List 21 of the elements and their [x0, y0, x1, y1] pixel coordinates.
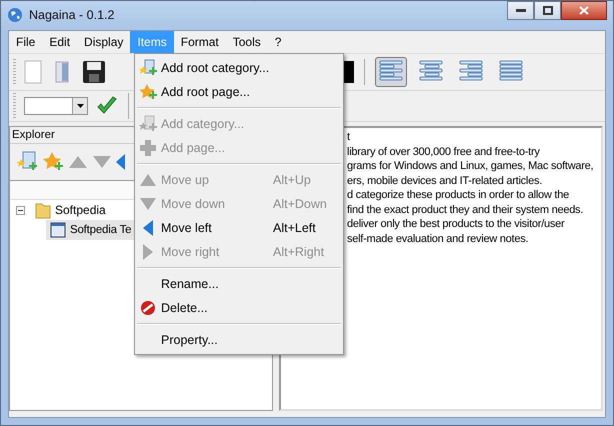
text-line: self-made evaluation and review notes.: [347, 232, 528, 246]
menu-item[interactable]: Tools: [226, 31, 268, 53]
menu-item[interactable]: ?: [268, 31, 288, 53]
menu-option[interactable]: Property...: [135, 328, 343, 352]
menu-option[interactable]: Rename...: [135, 272, 343, 296]
text-line: grams for Windows and Linux, games, Mac software,: [347, 159, 594, 174]
menu-option[interactable]: Add root category...: [135, 56, 343, 80]
text-line: find the exact product they and their system needs.: [347, 202, 584, 217]
menu-option[interactable]: Add root page...: [135, 80, 343, 104]
tree-item[interactable]: Softpedia: [55, 203, 106, 217]
text-line: ers, mobile devices and IT-related articles.: [347, 174, 542, 188]
menu-item[interactable]: Display: [77, 31, 130, 53]
text-line: t: [347, 130, 350, 144]
text-line: d categorize these products in order to allow the: [347, 188, 569, 202]
text-line: deliver only the best products to the visitor/user: [347, 217, 564, 232]
window-title: Nagaina - 0.1.2: [29, 8, 114, 22]
menu-item[interactable]: File: [9, 31, 42, 53]
menu-option[interactable]: Delete...: [135, 296, 343, 320]
menu-item[interactable]: Edit: [42, 31, 78, 53]
text-line: library of over 300,000 free and free-to-try: [347, 144, 540, 159]
menu-item[interactable]: Format: [174, 31, 226, 53]
